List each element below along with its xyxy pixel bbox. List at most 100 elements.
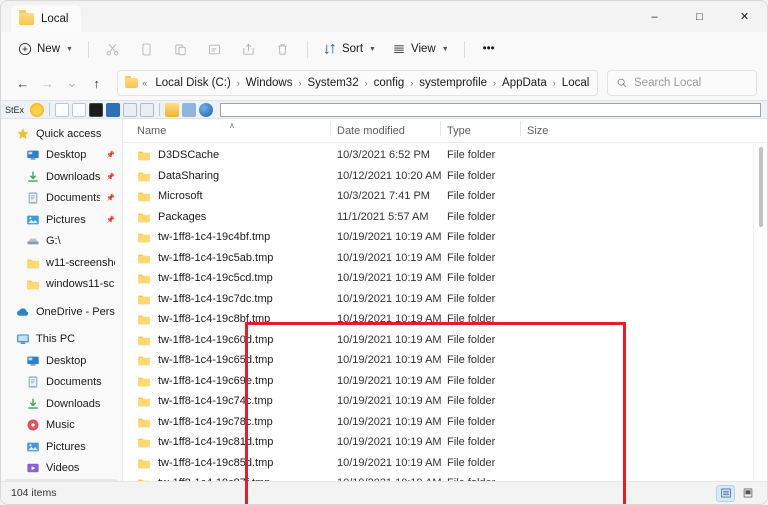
sidebar-item-downloads[interactable]: Downloads [4, 393, 119, 415]
table-row[interactable]: tw-1ff8-1c4-19c7dc.tmp10/19/2021 10:19 A… [123, 289, 767, 310]
minimize-button[interactable]: – [632, 1, 677, 32]
sort-button[interactable]: Sort ▼ [316, 36, 383, 62]
rename-button[interactable] [199, 36, 231, 62]
file-nc-icon[interactable] [123, 103, 137, 117]
new-label: New [37, 43, 60, 55]
sidebar-item-quick-access[interactable]: Quick access [4, 123, 119, 145]
sidebar-item-onedrive-person[interactable]: OneDrive - Person [4, 301, 119, 323]
sidebar-item-music[interactable]: Music [4, 415, 119, 437]
cell-name: tw-1ff8-1c4-19c81d.tmp [131, 435, 331, 449]
up-button[interactable]: ↑ [85, 70, 109, 96]
table-row[interactable]: tw-1ff8-1c4-19c5ab.tmp10/19/2021 10:19 A… [123, 248, 767, 269]
sidebar-item-downloads[interactable]: Downloads📌 [4, 166, 119, 188]
details-view-button[interactable] [716, 485, 735, 502]
stex-input[interactable] [220, 103, 761, 117]
breadcrumb-item[interactable]: Local Disk (C:) [151, 75, 234, 91]
copy-button[interactable] [131, 36, 163, 62]
table-row[interactable]: Microsoft10/3/2021 7:41 PMFile folder [123, 186, 767, 207]
music-icon [26, 418, 40, 432]
breadcrumb-item[interactable]: AppData [498, 75, 551, 91]
table-row[interactable]: tw-1ff8-1c4-19c4bf.tmp10/19/2021 10:19 A… [123, 227, 767, 248]
sidebar-item-pictures[interactable]: Pictures📌 [4, 209, 119, 231]
sidebar-item-documents[interactable]: Documents📌 [4, 188, 119, 210]
close-button[interactable]: ✕ [722, 1, 767, 32]
pin-icon[interactable]: 📌 [106, 173, 115, 181]
file-na-icon[interactable] [140, 103, 154, 117]
table-row[interactable]: tw-1ff8-1c4-19c87f.tmp10/19/2021 10:19 A… [123, 473, 767, 481]
column-header-type[interactable]: Type [441, 125, 521, 137]
sidebar-item-this-pc[interactable]: This PC [4, 329, 119, 351]
sidebar-item-pictures[interactable]: Pictures [4, 436, 119, 458]
column-header-size[interactable]: Size [521, 125, 581, 137]
breadcrumb-item[interactable]: systemprofile [415, 75, 491, 91]
cell-name: Packages [131, 210, 331, 224]
new-button[interactable]: New ▼ [11, 36, 80, 62]
table-row[interactable]: D3DSCache10/3/2021 6:52 PMFile folder [123, 145, 767, 166]
recent-locations-button[interactable]: ⌄ [60, 70, 84, 96]
tab-local[interactable]: Local [11, 5, 81, 32]
table-row[interactable]: tw-1ff8-1c4-19c81d.tmp10/19/2021 10:19 A… [123, 432, 767, 453]
sidebar-item-desktop[interactable]: Desktop📌 [4, 145, 119, 167]
sidebar-item-g[interactable]: G:\ [4, 231, 119, 253]
sidebar-item-documents[interactable]: Documents [4, 372, 119, 394]
pin-icon[interactable]: 📌 [106, 151, 115, 159]
search-box[interactable]: Search Local [607, 70, 757, 96]
cut-button[interactable] [97, 36, 129, 62]
delete-button[interactable] [267, 36, 299, 62]
sidebar-item-w11-screenshot[interactable]: w11-screenshot [4, 252, 119, 274]
table-row[interactable]: Packages11/1/2021 5:57 AMFile folder [123, 207, 767, 228]
table-row[interactable]: tw-1ff8-1c4-19c74c.tmp10/19/2021 10:19 A… [123, 391, 767, 412]
file-explorer-window: Local – □ ✕ New ▼ [0, 0, 768, 505]
console-icon[interactable] [89, 103, 103, 117]
breadcrumb-item[interactable]: config [370, 75, 409, 91]
view-button[interactable]: View ▼ [385, 36, 456, 62]
sidebar-item-desktop[interactable]: Desktop [4, 350, 119, 372]
cell-date-modified: 10/19/2021 10:19 AM [331, 457, 441, 469]
maximize-button[interactable]: □ [677, 1, 722, 32]
sidebar-item-videos[interactable]: Videos [4, 458, 119, 480]
table-row[interactable]: tw-1ff8-1c4-19c5cd.tmp10/19/2021 10:19 A… [123, 268, 767, 289]
cell-date-modified: 10/19/2021 10:19 AM [331, 416, 441, 428]
table-row[interactable]: tw-1ff8-1c4-19c85d.tmp10/19/2021 10:19 A… [123, 453, 767, 474]
folder-icon [137, 435, 151, 449]
title-bar: Local – □ ✕ [1, 1, 767, 32]
cell-type: File folder [441, 231, 521, 243]
globe-icon[interactable] [199, 103, 213, 117]
address-bar[interactable]: « Local Disk (C:)›Windows›System32›confi… [117, 70, 598, 96]
cell-date-modified: 10/19/2021 10:19 AM [331, 477, 441, 481]
sidebar-item-label: windows11-scre [46, 278, 115, 290]
vertical-scrollbar[interactable] [753, 143, 767, 481]
file-name-label: D3DSCache [158, 149, 219, 161]
paste-button[interactable] [165, 36, 197, 62]
separator [307, 41, 308, 58]
more-options-button[interactable]: ••• [473, 36, 505, 62]
pin-icon[interactable]: 📌 [106, 216, 115, 224]
table-row[interactable]: tw-1ff8-1c4-19c8bf.tmp10/19/2021 10:19 A… [123, 309, 767, 330]
starred-file-icon[interactable] [72, 103, 86, 117]
overflow-crumb[interactable]: « [141, 78, 148, 88]
large-icons-view-button[interactable] [738, 485, 757, 502]
table-row[interactable]: tw-1ff8-1c4-19c65d.tmp10/19/2021 10:19 A… [123, 350, 767, 371]
column-header-name[interactable]: Name ∧ [131, 125, 331, 137]
cell-name: tw-1ff8-1c4-19c85d.tmp [131, 456, 331, 470]
pin-icon[interactable]: 📌 [106, 194, 115, 202]
breadcrumb-item[interactable]: System32 [303, 75, 362, 91]
refresh-circle-icon[interactable] [30, 103, 44, 117]
forward-button[interactable]: → [36, 70, 60, 96]
editor-icon[interactable] [106, 103, 120, 117]
share-button[interactable] [233, 36, 265, 62]
scrollbar-thumb[interactable] [759, 147, 763, 227]
new-file-icon[interactable] [55, 103, 69, 117]
table-row[interactable]: tw-1ff8-1c4-19c78c.tmp10/19/2021 10:19 A… [123, 412, 767, 433]
table-row[interactable]: tw-1ff8-1c4-19c60d.tmp10/19/2021 10:19 A… [123, 330, 767, 351]
breadcrumb-item[interactable]: Windows [242, 75, 297, 91]
back-button[interactable]: ← [11, 70, 35, 96]
table-row[interactable]: tw-1ff8-1c4-19c69e.tmp10/19/2021 10:19 A… [123, 371, 767, 392]
open-folder-icon[interactable] [165, 103, 179, 117]
breadcrumb-item[interactable]: Local [558, 75, 594, 91]
table-row[interactable]: DataSharing10/12/2021 10:20 AMFile folde… [123, 166, 767, 187]
sidebar-item-windows11-scre[interactable]: windows11-scre [4, 274, 119, 296]
reply-icon[interactable] [182, 103, 196, 117]
navigation-pane[interactable]: Quick accessDesktop📌Downloads📌Documents📌… [1, 119, 123, 481]
column-header-date[interactable]: Date modified [331, 125, 441, 137]
